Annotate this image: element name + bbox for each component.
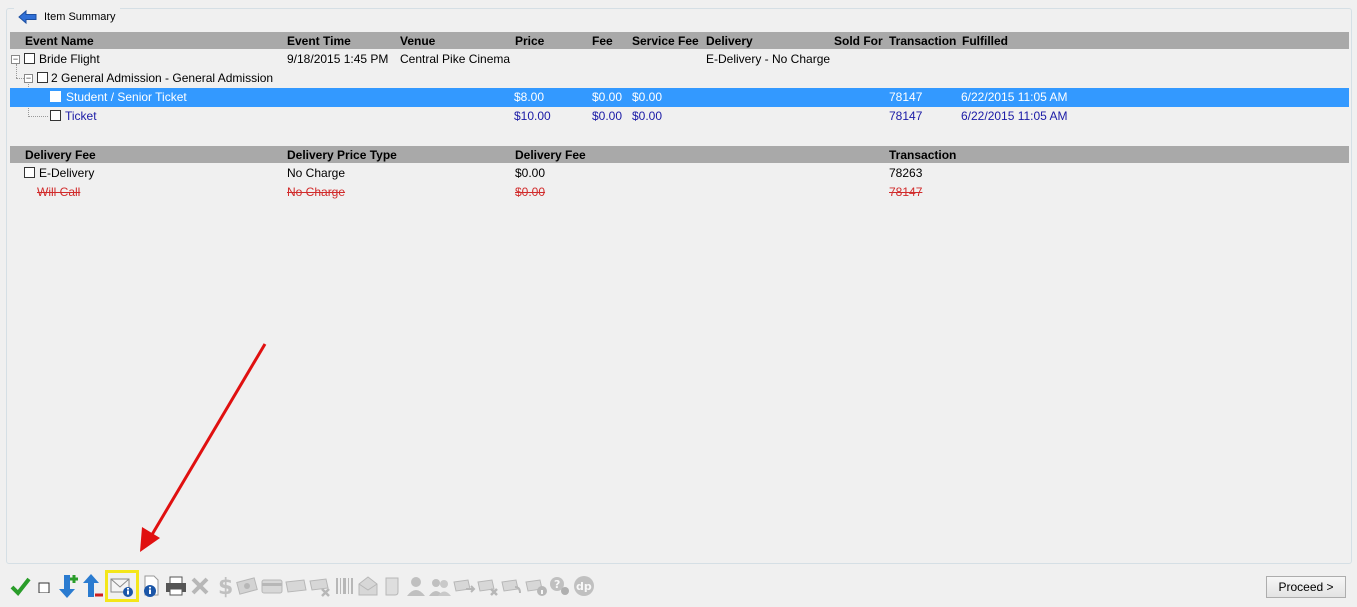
proceed-button[interactable]: Proceed > <box>1266 576 1346 598</box>
delivery-transaction: 78147 <box>889 185 923 199</box>
delivery-name: Will Call <box>37 185 81 199</box>
ticket-service-fee: $0.00 <box>632 90 663 104</box>
ticket-fee: $0.00 <box>592 90 623 104</box>
ticket-fee: $0.00 <box>592 109 623 123</box>
col-event-name[interactable]: Event Name <box>25 34 94 48</box>
delivery-type: No Charge <box>287 166 346 180</box>
col-delivery-fee[interactable]: Delivery Fee <box>25 148 96 162</box>
ticket-name: Student / Senior Ticket <box>66 90 187 104</box>
ticket-row-selected[interactable]: Student / Senior Ticket $8.00 $0.00 $0.0… <box>10 88 1349 107</box>
event-name: Bride Flight <box>39 52 100 66</box>
col-event-time[interactable]: Event Time <box>287 34 351 48</box>
exchange-info-icon[interactable] <box>524 572 548 600</box>
col-price[interactable]: Price <box>515 34 544 48</box>
scroll-icon[interactable] <box>380 572 404 600</box>
col-sold-for[interactable]: Sold For <box>834 34 883 48</box>
col-delivery-fee-amount[interactable]: Delivery Fee <box>515 148 586 162</box>
help-icon[interactable]: ? <box>548 572 572 600</box>
ticket-price: $10.00 <box>514 109 551 123</box>
check-icon[interactable] <box>8 572 32 600</box>
col-fulfilled[interactable]: Fulfilled <box>962 34 1008 48</box>
event-row[interactable]: − Bride Flight 9/18/2015 1:45 PM Central… <box>10 50 1349 69</box>
delivery-fee: $0.00 <box>515 166 546 180</box>
exchange-icon[interactable] <box>500 572 524 600</box>
transfer-icon[interactable] <box>452 572 476 600</box>
ticket-checkbox[interactable] <box>50 91 61 102</box>
back-arrow-icon[interactable] <box>18 9 38 25</box>
col-fee[interactable]: Fee <box>592 34 613 48</box>
dollar-icon[interactable]: $ <box>212 572 236 600</box>
ticket-fulfilled: 6/22/2015 11:05 AM <box>961 109 1068 123</box>
ticket-fulfilled: 6/22/2015 11:05 AM <box>961 90 1068 104</box>
ticket-name: Ticket <box>65 109 97 123</box>
event-delivery: E-Delivery - No Charge <box>706 52 831 66</box>
delivery-transaction: 78263 <box>889 166 923 180</box>
barcode-icon[interactable] <box>332 572 356 600</box>
event-checkbox[interactable] <box>24 53 35 64</box>
event-time: 9/18/2015 1:45 PM <box>287 52 389 66</box>
col-delivery[interactable]: Delivery <box>706 34 753 48</box>
item-summary-title: Item Summary <box>14 8 120 26</box>
delivery-fee: $0.00 <box>515 185 546 199</box>
delivery-table-header: Delivery Fee Delivery Price Type Deliver… <box>10 146 1349 163</box>
card-icon[interactable] <box>260 572 284 600</box>
ticket-service-fee: $0.00 <box>632 109 663 123</box>
ticket-icon[interactable] <box>284 572 308 600</box>
col-venue[interactable]: Venue <box>400 34 435 48</box>
document-info-icon[interactable] <box>140 572 164 600</box>
move-up-remove-icon[interactable] <box>80 572 104 600</box>
collapse-toggle-icon[interactable]: − <box>11 55 20 64</box>
col-delivery-price-type[interactable]: Delivery Price Type <box>287 148 397 162</box>
bottom-toolbar: $ ? dp <box>8 570 596 602</box>
printer-icon[interactable] <box>164 572 188 600</box>
group-row[interactable]: − 2 General Admission - General Admissio… <box>10 69 1349 88</box>
col-transaction[interactable]: Transaction <box>889 34 956 48</box>
money-icon[interactable] <box>236 572 260 600</box>
user-icon[interactable] <box>404 572 428 600</box>
collapse-toggle-icon[interactable]: − <box>24 74 33 83</box>
group-name: 2 General Admission - General Admission <box>51 71 274 85</box>
col-service-fee[interactable]: Service Fee <box>632 34 699 48</box>
delivery-name: E-Delivery <box>39 166 95 180</box>
delete-icon[interactable] <box>188 572 212 600</box>
delivery-row[interactable]: E-Delivery No Charge $0.00 78263 <box>10 164 1349 183</box>
dp-icon[interactable]: dp <box>572 572 596 600</box>
transfer-remove-icon[interactable] <box>476 572 500 600</box>
checkbox-icon[interactable] <box>32 572 56 600</box>
ticket-checkbox[interactable] <box>50 110 61 121</box>
move-down-add-icon[interactable] <box>56 572 80 600</box>
email-info-icon[interactable] <box>105 570 139 602</box>
delivery-checkbox[interactable] <box>24 167 35 178</box>
envelope-open-icon[interactable] <box>356 572 380 600</box>
ticket-row[interactable]: Ticket $10.00 $0.00 $0.00 78147 6/22/201… <box>10 107 1349 126</box>
col-delivery-transaction[interactable]: Transaction <box>889 148 956 162</box>
delivery-row-struck[interactable]: Will Call No Charge $0.00 78147 <box>10 183 1349 202</box>
users-icon[interactable] <box>428 572 452 600</box>
ticket-remove-icon[interactable] <box>308 572 332 600</box>
svg-text:?: ? <box>554 578 560 591</box>
ticket-transaction: 78147 <box>889 109 923 123</box>
svg-text:dp: dp <box>576 580 592 593</box>
ticket-price: $8.00 <box>514 90 545 104</box>
delivery-type: No Charge <box>287 185 346 199</box>
svg-text:$: $ <box>218 575 233 598</box>
items-table-header: Event Name Event Time Venue Price Fee Se… <box>10 32 1349 49</box>
ticket-transaction: 78147 <box>889 90 923 104</box>
event-venue: Central Pike Cinema <box>400 52 511 66</box>
group-checkbox[interactable] <box>37 72 48 83</box>
